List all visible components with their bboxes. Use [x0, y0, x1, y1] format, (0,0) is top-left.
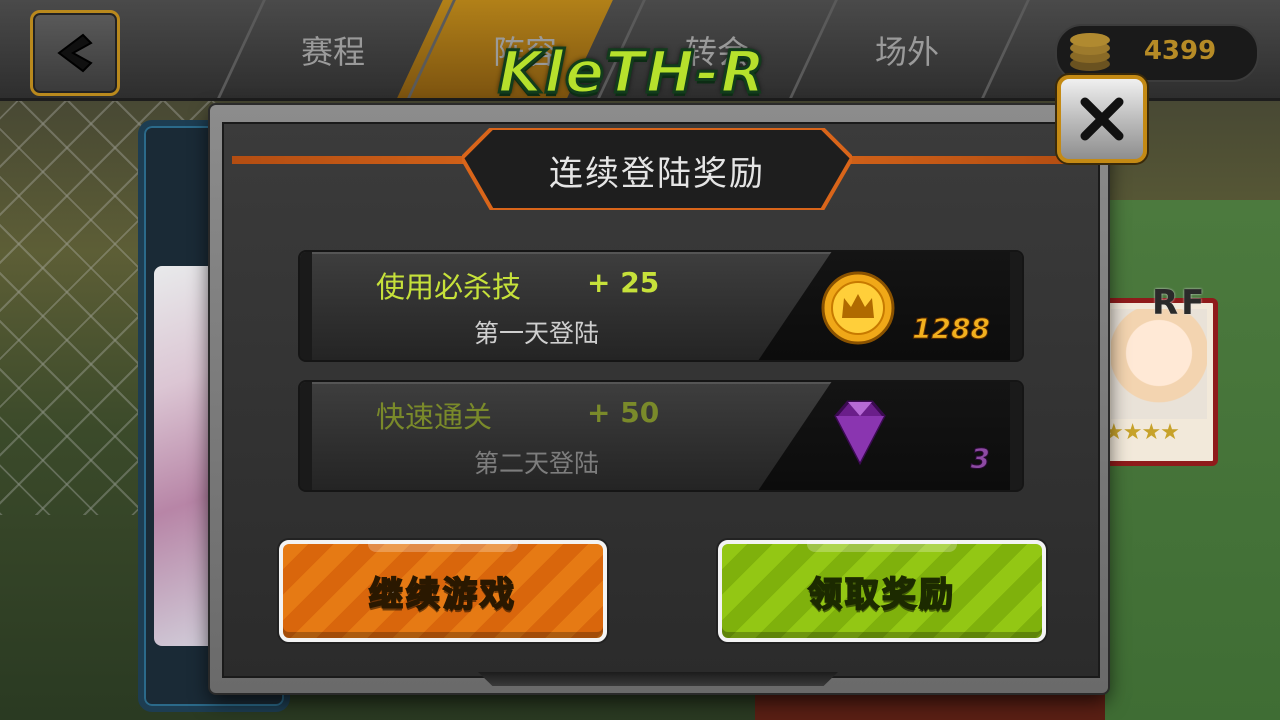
reward-skill-bonus: + 50 — [587, 396, 660, 429]
continue-game-button[interactable]: 继续游戏 — [279, 540, 607, 642]
coin-count: 4399 — [1143, 36, 1217, 66]
dialog-title: 连续登陆奖励 — [549, 154, 765, 194]
close-button[interactable] — [1057, 75, 1147, 163]
chevron-left-icon — [57, 33, 93, 73]
close-icon — [1080, 97, 1124, 141]
claim-reward-button[interactable]: 领取奖励 — [718, 540, 1046, 642]
claim-reward-label: 领取奖励 — [807, 574, 956, 616]
player-card-bottom — [755, 690, 1105, 720]
reward-login-day: 第一天登陆 — [474, 319, 600, 348]
reward-skill-name: 快速通关 — [376, 400, 493, 434]
reward-login-day: 第二天登陆 — [474, 449, 600, 478]
card-position-label: RF — [1152, 283, 1208, 323]
row-cap — [300, 252, 312, 360]
reward-skill-name: 使用必杀技 — [376, 270, 522, 304]
button-highlight — [368, 540, 518, 552]
back-button[interactable] — [30, 10, 120, 96]
button-highlight — [807, 540, 957, 552]
game-logo: KleTH-R — [497, 37, 767, 108]
card-stars: ★★★★ — [1104, 420, 1180, 445]
reward-row-day1: 使用必杀技 + 25 第一天登陆 1288 — [298, 250, 1024, 362]
row-cap — [300, 382, 312, 490]
reward-skill-bonus: + 25 — [587, 266, 660, 299]
tab-schedule[interactable]: 赛程 — [248, 22, 418, 82]
continue-game-label: 继续游戏 — [368, 574, 517, 616]
row-cap — [1010, 252, 1022, 360]
reward-amount: 3 — [970, 442, 990, 476]
coin-stack-icon — [1070, 33, 1110, 71]
reward-row-day2: 快速通关 + 50 第二天登陆 3 — [298, 380, 1024, 492]
player-portrait — [1111, 309, 1207, 419]
reward-amount: 1288 — [912, 312, 991, 346]
tab-offfield[interactable]: 场外 — [822, 22, 992, 82]
row-cap — [1010, 382, 1022, 490]
dialog-bottom-bevel — [478, 672, 838, 686]
